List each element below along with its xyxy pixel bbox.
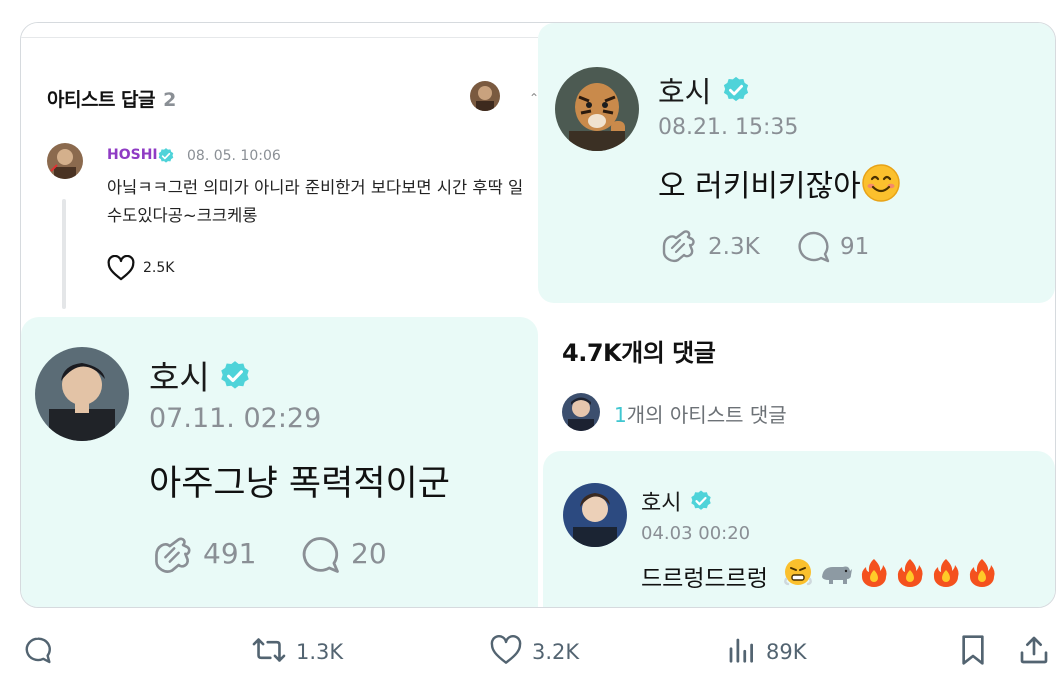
verified-badge-icon — [157, 147, 175, 169]
verified-badge-icon — [689, 489, 713, 517]
reply-text: 아닠ㅋㅋ그런 의미가 아니라 준비한거 보다보면 시간 후딱 일수도있다공~크크… — [107, 178, 524, 225]
steam-face-emoji-icon — [783, 557, 813, 591]
comment-count: 20 — [351, 537, 387, 570]
avatar[interactable] — [562, 393, 600, 431]
heart-icon — [490, 635, 522, 669]
fire-emoji-icon — [931, 557, 961, 591]
avatar[interactable] — [555, 67, 639, 151]
artist-replies-panel: 아티스트 답글 2 ⌃ HOSHI 08. 05. 10:06 아닠ㅋㅋ그런 의… — [21, 23, 539, 319]
media-card[interactable]: 아티스트 답글 2 ⌃ HOSHI 08. 05. 10:06 아닠ㅋㅋ그런 의… — [20, 22, 1056, 608]
reaction-count: 2.3K — [708, 234, 760, 260]
post-time: 04.03 00:20 — [641, 523, 751, 544]
post-card-tiger[interactable]: 호시 08.21. 15:35 오 러키비키잖아 2.3K 91 — [538, 23, 1055, 303]
reaction-count: 491 — [203, 537, 257, 570]
reply-time: 08. 05. 10:06 — [187, 148, 281, 164]
reply-button[interactable] — [22, 632, 54, 672]
post-author[interactable]: 호시 — [658, 69, 711, 111]
post-card-dreureung[interactable]: 호시 04.03 00:20 드르렁드르렁 — [543, 451, 1055, 607]
artist-replies-title: 아티스트 답글 2 — [47, 85, 176, 112]
post-text: 아주그냥 폭력적이군 — [149, 464, 450, 504]
comments-summary: 4.7K개의 댓글 1개의 아티스트 댓글 — [538, 303, 1055, 449]
artist-replies-count: 2 — [163, 89, 176, 111]
post-card-violent[interactable]: 호시 07.11. 02:29 아주그냥 폭력적이군 491 20 — [21, 317, 538, 607]
artist-replies-label: 아티스트 답글 — [47, 89, 156, 111]
views-count: 89K — [766, 640, 807, 664]
post-text: 드르렁드르렁 — [641, 566, 768, 592]
artist-comment-count: 1 — [614, 403, 627, 427]
bookmark-icon — [958, 634, 988, 670]
comment-bubble-icon[interactable] — [301, 535, 341, 579]
verified-badge-icon — [721, 75, 751, 109]
smiling-face-emoji-icon — [861, 163, 901, 207]
reply-icon — [22, 634, 54, 670]
artist-comments-link[interactable]: 1개의 아티스트 댓글 — [614, 399, 787, 428]
fire-emoji-icon — [859, 557, 889, 591]
reply-author[interactable]: HOSHI — [107, 147, 158, 163]
fire-emoji-icon — [967, 557, 997, 591]
divider — [21, 37, 538, 38]
share-button[interactable] — [1018, 632, 1050, 672]
reply-like-count: 2.5K — [143, 260, 175, 276]
post-author[interactable]: 호시 — [641, 485, 681, 517]
emoji-row — [783, 557, 997, 591]
post-author[interactable]: 호시 — [149, 351, 210, 399]
retweet-count: 1.3K — [296, 640, 344, 664]
views-button[interactable]: 89K — [726, 632, 807, 672]
comment-count: 91 — [840, 234, 870, 260]
verified-badge-icon — [218, 359, 252, 397]
like-count: 3.2K — [532, 640, 580, 664]
bookmark-button[interactable] — [958, 632, 988, 672]
post-text: 오 러키비키잖아 — [658, 169, 861, 204]
like-button[interactable]: 3.2K — [490, 632, 579, 672]
retweet-button[interactable]: 1.3K — [252, 632, 343, 672]
thread-line — [62, 199, 66, 309]
rhino-emoji-icon — [819, 557, 853, 591]
artist-comment-label: 개의 아티스트 댓글 — [626, 403, 787, 427]
artist-avatar-small[interactable] — [470, 81, 500, 111]
share-icon — [1018, 634, 1050, 670]
heart-icon[interactable] — [107, 254, 135, 285]
post-time: 07.11. 02:29 — [149, 403, 322, 434]
comments-count-title[interactable]: 4.7K개의 댓글 — [562, 333, 716, 368]
applause-reaction-icon[interactable] — [658, 228, 698, 268]
views-chart-icon — [726, 635, 756, 669]
avatar[interactable] — [35, 347, 129, 441]
avatar[interactable] — [47, 143, 83, 179]
applause-reaction-icon[interactable] — [149, 535, 195, 579]
avatar[interactable] — [563, 483, 627, 547]
retweet-icon — [252, 634, 286, 670]
comment-bubble-icon[interactable] — [797, 230, 831, 268]
fire-emoji-icon — [895, 557, 925, 591]
post-time: 08.21. 15:35 — [658, 115, 799, 140]
